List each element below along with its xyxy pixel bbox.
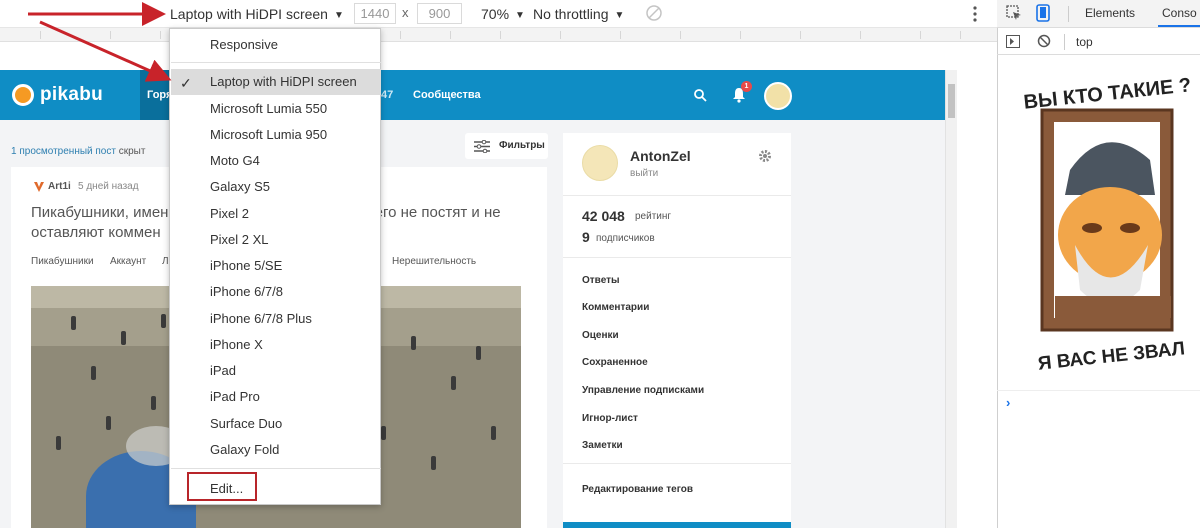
menu-item-device[interactable]: Pixel 2 (171, 201, 381, 227)
sidebar-link-saved[interactable]: Сохраненное (582, 357, 648, 368)
checkmark-icon: ✓ (180, 75, 192, 91)
clear-console-icon[interactable] (1037, 34, 1051, 48)
height-input[interactable]: 900 (417, 3, 462, 24)
tab-console[interactable]: Conso (1162, 6, 1197, 20)
rating-label: рейтинг (635, 211, 672, 222)
sidebar-link-subscriptions[interactable]: Управление подписками (582, 385, 704, 396)
page-scrollbar[interactable] (945, 70, 957, 528)
post-title-part1: Пикабушники, имен (31, 204, 169, 221)
sticker-image: ВЫ КТО ТАКИЕ ? Я ВАС НЕ ЗВАЛ (1023, 74, 1193, 374)
console-prompt[interactable]: › (1006, 395, 1010, 410)
sidebar-link-ignore[interactable]: Игнор-лист (582, 413, 638, 424)
dimension-separator: x (402, 5, 409, 20)
throttling-select[interactable]: No throttling ▼ (533, 4, 624, 26)
width-input[interactable]: 1440 (354, 3, 396, 24)
post-tag[interactable]: Нерешительность (392, 256, 476, 267)
sticker-bottom-text: Я ВАС НЕ ЗВАЛ (1037, 338, 1186, 374)
menu-separator (171, 468, 381, 469)
toolbar-separator (1068, 6, 1069, 22)
menu-item-device[interactable]: Microsoft Lumia 950 (171, 122, 381, 148)
subscribers-label: подписчиков (596, 233, 655, 244)
hidden-posts-suffix: скрыт (115, 146, 146, 157)
context-select[interactable]: top (1076, 35, 1093, 49)
menu-item-device[interactable]: iPhone 6/7/8 (171, 279, 381, 305)
rotate-icon[interactable] (645, 4, 663, 22)
menu-item-device[interactable]: Galaxy Fold (171, 437, 381, 463)
nav-partial[interactable]: 47 (381, 89, 393, 101)
device-toolbar-icon[interactable] (1036, 4, 1050, 22)
nav-communities[interactable]: Сообщества (413, 89, 481, 101)
menu-item-device[interactable]: Microsoft Lumia 550 (171, 96, 381, 122)
profile-avatar[interactable] (582, 145, 618, 181)
active-tab-indicator (1158, 25, 1200, 27)
menu-item-responsive[interactable]: Responsive (171, 32, 381, 58)
sidebar-link-notes[interactable]: Заметки (582, 440, 623, 451)
sidebar-link-edit-tags[interactable]: Редактирование тегов (582, 484, 693, 495)
menu-item-device[interactable]: Pixel 2 XL (171, 227, 381, 253)
pikabu-logo-icon[interactable] (12, 84, 34, 106)
scrollbar-thumb[interactable] (948, 84, 955, 118)
menu-separator (171, 62, 381, 63)
device-select[interactable]: Laptop with HiDPI screen ▼ (170, 4, 344, 24)
menu-item-laptop-hidpi[interactable]: Laptop with HiDPI screen (171, 69, 381, 95)
toolbar-separator (1064, 34, 1065, 50)
inspect-element-icon[interactable] (1006, 5, 1022, 21)
media-query-ruler (0, 28, 997, 42)
console-toolbar (997, 28, 1200, 55)
menu-item-device[interactable]: iPhone 6/7/8 Plus (171, 306, 381, 332)
device-select-label: Laptop with HiDPI screen (170, 6, 328, 22)
sidebar-link-ratings[interactable]: Оценки (582, 330, 619, 341)
sidebar-toggle-icon[interactable] (1006, 35, 1020, 48)
emulated-viewport: pikabu Горя 47 Сообщества 1 1 просмотрен… (0, 70, 957, 528)
zoom-select[interactable]: 70% ▼ (481, 4, 525, 26)
gear-icon[interactable] (758, 149, 772, 163)
post-title-line2: оставляют коммен (31, 224, 161, 241)
post-date: 5 дней назад (78, 181, 139, 192)
menu-item-device[interactable]: iPhone X (171, 332, 381, 358)
sidebar-accent-bar (563, 522, 791, 528)
menu-item-device[interactable]: Moto G4 (171, 148, 381, 174)
more-options-icon[interactable] (967, 4, 983, 24)
notification-badge: 1 (741, 81, 752, 92)
menu-item-device[interactable]: iPhone 5/SE (171, 253, 381, 279)
rating-value: 42 048 (582, 208, 625, 224)
divider (563, 257, 791, 258)
chevron-down-icon: ▼ (515, 10, 525, 21)
filters-icon (474, 140, 490, 153)
menu-item-device[interactable]: Galaxy S5 (171, 174, 381, 200)
divider (563, 463, 791, 464)
menu-item-device[interactable]: iPad (171, 358, 381, 384)
divider (563, 195, 791, 196)
tab-elements[interactable]: Elements (1085, 6, 1135, 20)
console-divider (997, 390, 1200, 391)
author-rank-icon (34, 182, 44, 192)
menu-item-device[interactable]: iPad Pro (171, 384, 381, 410)
sidebar-link-answers[interactable]: Ответы (582, 275, 620, 286)
subscribers-value: 9 (582, 229, 590, 245)
profile-username[interactable]: AntonZel (630, 148, 691, 164)
avatar[interactable] (764, 82, 792, 110)
post-author[interactable]: Art1i (48, 181, 71, 192)
sticker-top-text: ВЫ КТО ТАКИЕ ? (1023, 74, 1193, 113)
chevron-down-icon: ▼ (614, 10, 625, 21)
zoom-label: 70% (481, 6, 510, 22)
hidden-posts-notice[interactable]: 1 просмотренный пост скрыт (11, 146, 145, 157)
site-logo[interactable]: pikabu (40, 84, 103, 106)
post-tag[interactable]: Аккаунт (110, 256, 146, 267)
logout-link[interactable]: выйти (630, 168, 658, 179)
device-dropdown-menu: Responsive Laptop with HiDPI screen Micr… (169, 28, 381, 505)
hidden-posts-link[interactable]: 1 просмотренный пост (11, 146, 116, 157)
throttling-label: No throttling (533, 6, 609, 22)
chevron-down-icon: ▼ (333, 10, 344, 21)
menu-item-device[interactable]: Surface Duo (171, 411, 381, 437)
post-tag[interactable]: Л (162, 256, 169, 267)
sidebar-link-comments[interactable]: Комментарии (582, 302, 649, 313)
search-icon[interactable] (693, 88, 707, 102)
post-tag[interactable]: Пикабушники (31, 256, 94, 267)
edit-highlight-box (187, 472, 257, 501)
